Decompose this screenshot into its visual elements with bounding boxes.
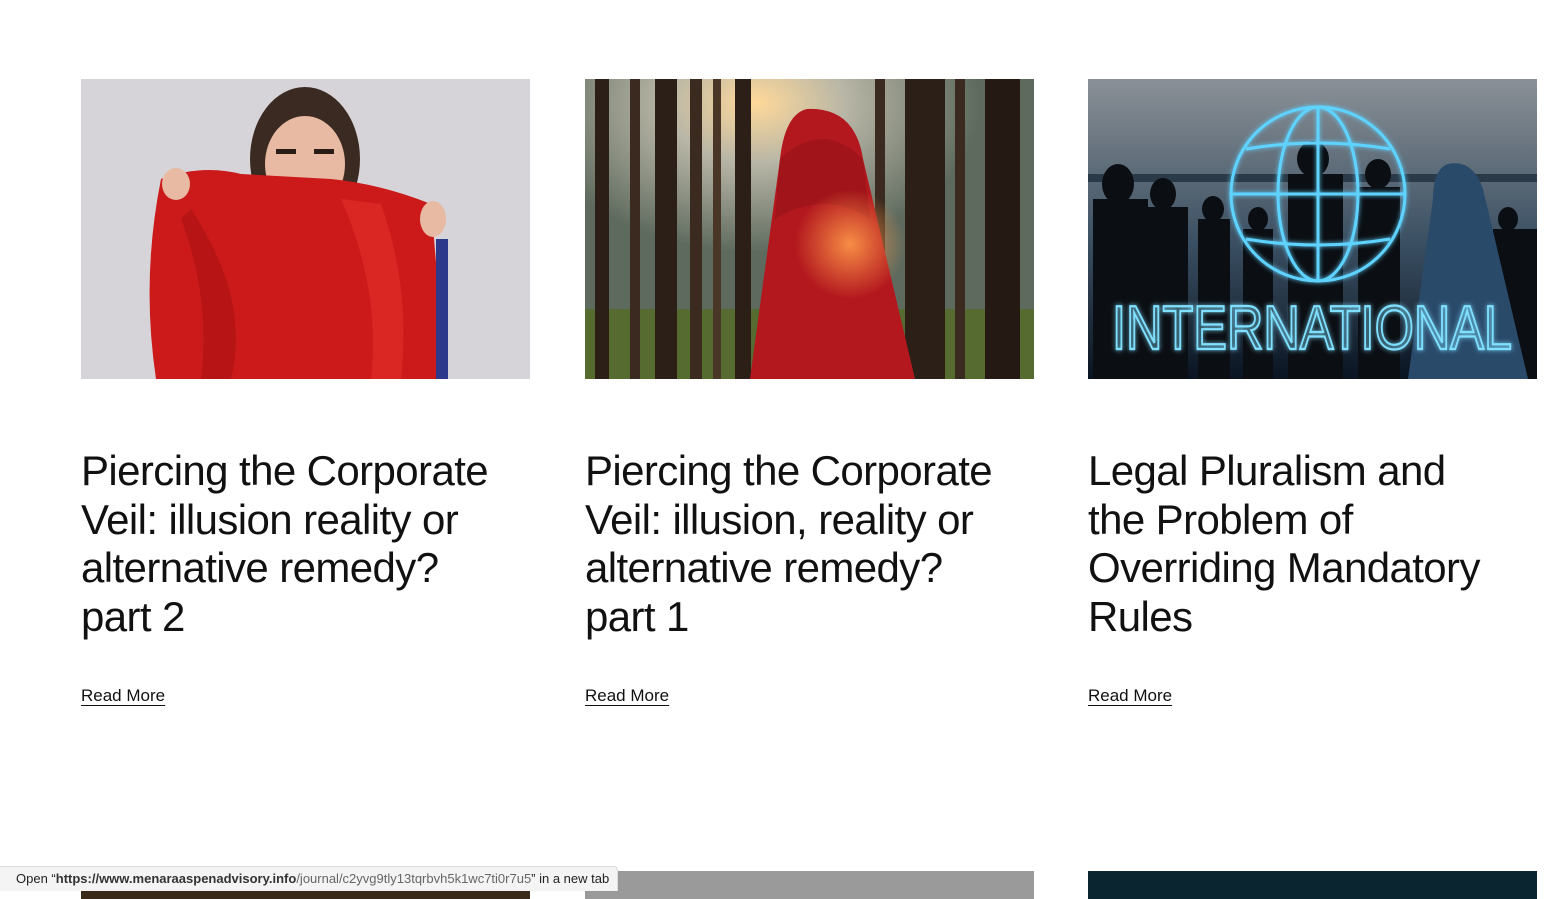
blog-grid-page: Piercing the Corporate Veil: illusion re… [0, 0, 1561, 899]
article-title[interactable]: Piercing the Corporate Veil: illusion re… [81, 447, 501, 641]
read-more-link[interactable]: Read More [585, 686, 669, 706]
article-thumbnail-international[interactable]: INTERNATIONAL [1088, 79, 1537, 379]
article-card: Piercing the Corporate Veil: illusion, r… [585, 79, 1034, 706]
article-title[interactable]: Legal Pluralism and the Problem of Overr… [1088, 447, 1508, 641]
article-card: Piercing the Corporate Veil: illusion re… [81, 79, 530, 706]
read-more-link[interactable]: Read More [81, 686, 165, 706]
status-path: /journal/c2yvg9tly13tqrbvh5k1wc7ti0r7u5 [296, 871, 532, 886]
link-preview-status-bar: Open “https://www.menaraaspenadvisory.in… [0, 866, 619, 891]
red-cloak-forest-image [585, 79, 1034, 379]
status-host: https://www.menaraaspenadvisory.info [55, 871, 297, 886]
status-prefix: Open “ [16, 871, 56, 886]
status-suffix: ” in a new tab [531, 871, 610, 886]
next-article-thumbnail[interactable] [585, 871, 1034, 899]
woman-red-cloth-image [81, 79, 530, 379]
next-article-thumbnail[interactable] [1088, 871, 1537, 899]
article-thumbnail-red-cloak-forest[interactable] [585, 79, 1034, 379]
international-neon-text: INTERNATIONAL [1112, 294, 1512, 363]
article-thumbnail-woman-red-cloth[interactable] [81, 79, 530, 379]
article-card: INTERNATIONAL Legal Pluralism and the Pr… [1088, 79, 1537, 706]
read-more-link[interactable]: Read More [1088, 686, 1172, 706]
article-title[interactable]: Piercing the Corporate Veil: illusion, r… [585, 447, 1005, 641]
international-globe-image: INTERNATIONAL [1088, 79, 1537, 379]
